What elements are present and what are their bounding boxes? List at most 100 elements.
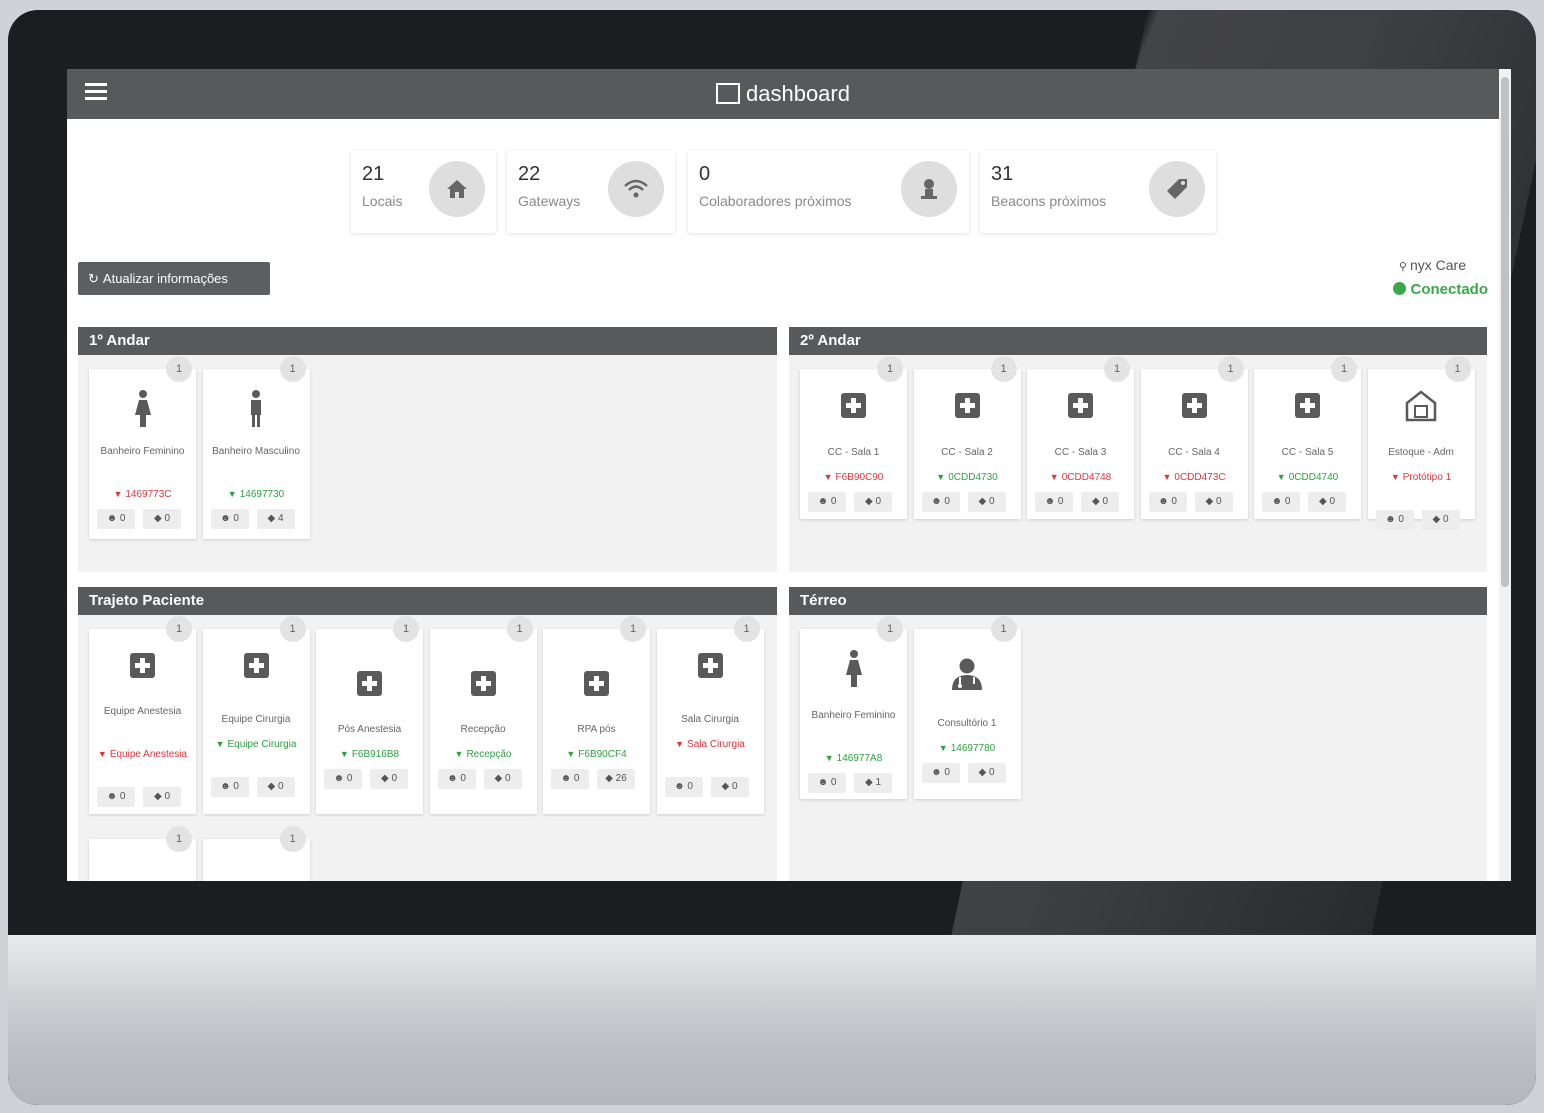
connection-name: ⚲ nyx Care xyxy=(1398,257,1466,273)
scrollbar-thumb[interactable] xyxy=(1501,77,1509,587)
location-card[interactable]: 1 CC - Sala 5 ▼ 0CDD4740 ☻ 0 ◆ 0 xyxy=(1254,356,1361,519)
gateway-id: 0CDD473C xyxy=(1174,472,1226,483)
count-badge: 1 xyxy=(733,616,760,642)
gateway-status: ▼ 0CDD4730 xyxy=(918,468,1017,487)
person-count: ☻ 0 xyxy=(97,509,135,529)
tag-icon: ◆ xyxy=(380,773,389,784)
stat-card-colaboradores: 0 Colaboradores próximos xyxy=(688,151,969,233)
location-card[interactable]: 1 Recepção ▼ Recepção ☻ 0 ◆ 0 xyxy=(429,616,537,814)
gateway-id: Equipe Anestesia xyxy=(109,749,188,760)
gateway-status: ▼ 14697780 xyxy=(918,739,1017,758)
location-card[interactable]: 1 Equipe Anestesia ▼ Equipe Anestesia ☻ 0 ◆ 0 xyxy=(89,616,196,814)
monitor-chin xyxy=(8,935,1536,1105)
location-card[interactable]: 1 RPA pós ▼ F6B90CF4 ☻ 0 ◆ 26 xyxy=(543,616,650,814)
person-count: ☻ 0 xyxy=(1148,492,1187,512)
tag-count: ◆ 0 xyxy=(483,769,522,789)
gateway-id: Equipe Cirurgia xyxy=(227,739,297,750)
tag-count: ◆ 0 xyxy=(1081,492,1119,512)
location-card[interactable]: 1 CC - Sala 2 ▼ 0CDD4730 ☻ 0 ◆ 0 xyxy=(913,356,1021,519)
person-count: ☻ 0 xyxy=(324,769,362,789)
person-icon: ☻ xyxy=(333,773,345,784)
person-count: ☻ 0 xyxy=(210,777,249,797)
location-name: RPA pós xyxy=(577,724,616,735)
location-pin-icon: ⚲ xyxy=(1398,261,1410,273)
scrollbar[interactable] xyxy=(1499,69,1511,881)
female-icon xyxy=(89,389,196,434)
panel-t-rreo: Térreo 1 Banheiro Feminino ▼ 146977A8 ☻ 0 ◆ 11… xyxy=(789,587,1487,881)
location-card[interactable]: 1 CC - Sala 4 ▼ 0CDD473C ☻ 0 ◆ 0 xyxy=(1140,356,1248,519)
panel-1-andar: 1º Andar 1 Banheiro Feminino ▼ 1469773C ☻ 0 ◆ … xyxy=(78,327,777,572)
tag-count: ◆ 0 xyxy=(143,787,181,807)
location-name: Pós Anestesia xyxy=(337,724,402,735)
count-badge: 1 xyxy=(877,616,903,642)
location-card[interactable]: 1 Banheiro Masculino ▼ 14697730 ☻ 0 ◆ 4 xyxy=(202,356,310,539)
tag-count: ◆ 0 xyxy=(370,769,408,789)
person-icon: ☻ xyxy=(1044,496,1056,507)
warehouse-icon xyxy=(1368,389,1475,428)
gateway-id: 0CDD4748 xyxy=(1061,472,1112,483)
tag-count: ◆ 0 xyxy=(1308,492,1346,512)
home-icon xyxy=(429,161,485,217)
gateway-id: 14697780 xyxy=(950,743,996,754)
count-badge: 1 xyxy=(1331,356,1357,382)
gateway-id: 14697730 xyxy=(239,489,285,500)
stat-value: 21 xyxy=(362,163,385,185)
tag-icon: ◆ xyxy=(153,513,162,524)
person-count: ☻ 0 xyxy=(437,769,476,789)
tag-icon: ◆ xyxy=(721,781,730,792)
stat-value: 0 xyxy=(699,163,711,185)
location-card[interactable]: 1 Banheiro Feminino ▼ 146977A8 ☻ 0 ◆ 1 xyxy=(800,616,907,799)
location-card[interactable]: 1 xyxy=(89,826,196,881)
gateway-status: ▼ 0CDD473C xyxy=(1145,468,1244,487)
count-badge: 1 xyxy=(1444,356,1471,382)
tag-icon: ◆ xyxy=(153,791,162,802)
gateway-status: ▼ F6B90C90 xyxy=(804,468,903,487)
person-icon: ☻ xyxy=(447,773,458,784)
gateway-id: 146977A8 xyxy=(836,753,883,764)
tag-count: ◆ 0 xyxy=(854,492,892,512)
location-name: Recepção xyxy=(460,724,506,735)
person-icon: ☻ xyxy=(220,781,231,792)
stat-value: 22 xyxy=(518,163,541,185)
panel-title: Térreo xyxy=(789,587,1487,615)
plus-icon xyxy=(914,393,1021,423)
person-count: ☻ 0 xyxy=(97,787,135,807)
location-name: Estoque - Adm xyxy=(1388,447,1454,458)
person-icon: ☻ xyxy=(931,496,942,507)
wifi-icon: ▼ xyxy=(936,472,946,482)
wifi-icon: ▼ xyxy=(227,489,237,499)
gateway-id: 0CDD4740 xyxy=(1288,472,1339,483)
page-title: dashboard xyxy=(746,81,850,106)
location-card[interactable]: 1 Sala Cirurgia ▼ Sala Cirurgia ☻ 0 ◆ 0 xyxy=(656,616,764,814)
location-card[interactable]: 1 Banheiro Feminino ▼ 1469773C ☻ 0 ◆ 0 xyxy=(89,356,196,539)
wifi-icon: ▼ xyxy=(97,749,107,759)
tag-icon xyxy=(1149,161,1205,217)
refresh-button[interactable]: ↻ Atualizar informações xyxy=(78,262,270,295)
person-icon: ☻ xyxy=(674,781,685,792)
wifi-icon: ▼ xyxy=(454,749,464,759)
location-card[interactable]: 1 CC - Sala 3 ▼ 0CDD4748 ☻ 0 ◆ 0 xyxy=(1027,356,1134,519)
tag-count: ◆ 1 xyxy=(854,773,892,793)
location-card[interactable]: 1 CC - Sala 1 ▼ F6B90C90 ☻ 0 ◆ 0 xyxy=(800,356,907,519)
location-card[interactable]: 1 xyxy=(202,826,310,881)
count-badge: 1 xyxy=(877,356,903,382)
wifi-icon: ▼ xyxy=(824,753,834,763)
gateway-id: 0CDD4730 xyxy=(948,472,998,483)
person-icon: ☻ xyxy=(1158,496,1169,507)
plus-icon xyxy=(1141,393,1248,423)
stat-label: Beacons próximos xyxy=(991,193,1107,209)
wifi-icon: ▼ xyxy=(675,739,685,749)
stat-card-locais: 21 Locais xyxy=(351,151,496,233)
plus-icon xyxy=(316,671,423,701)
location-card[interactable]: 1 Equipe Cirurgia ▼ Equipe Cirurgia ☻ 0 ◆ 0 xyxy=(202,616,310,814)
person-count: ☻ 0 xyxy=(808,492,846,512)
tag-icon: ◆ xyxy=(1432,514,1441,525)
location-card[interactable]: 1 Pós Anestesia ▼ F6B916B8 ☻ 0 ◆ 0 xyxy=(316,616,423,814)
location-card[interactable]: 1 Consultório 1 ▼ 14697780 ☻ 0 ◆ 0 xyxy=(913,616,1021,799)
count-badge: 1 xyxy=(990,356,1017,382)
count-badge: 1 xyxy=(506,616,533,642)
location-card[interactable]: 1 Estoque - Adm ▼ Protótipo 1 ☻ 0 ◆ 0 xyxy=(1367,356,1475,530)
stat-card-beacons: 31 Beacons próximos xyxy=(980,151,1216,233)
wifi-icon: ▼ xyxy=(1049,472,1059,482)
person-icon xyxy=(901,161,957,217)
